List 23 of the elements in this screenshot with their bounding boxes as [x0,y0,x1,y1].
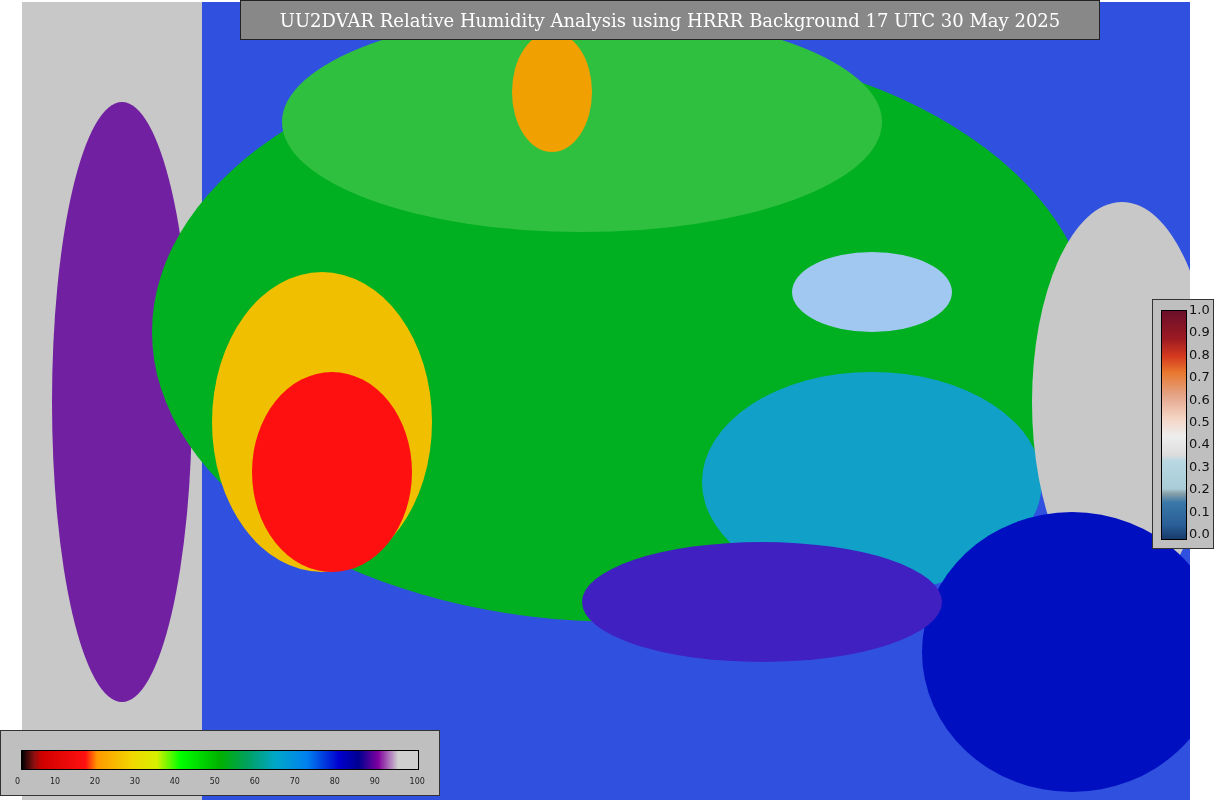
tick-label: 0.8 [1189,346,1210,363]
tick-label: 0.0 [1189,525,1210,542]
tick-label: 0.3 [1189,458,1210,475]
tick-label: 50 [209,776,220,788]
tick-label: 90 [369,776,380,788]
tick-label: 0.5 [1189,413,1210,430]
map-title: UU2DVAR Relative Humidity Analysis using HRRR Background 17 UTC 30 May 2025 [240,0,1100,40]
tick-label: 40 [169,776,180,788]
tick-label: 0.1 [1189,503,1210,520]
tick-label: 0.2 [1189,481,1210,498]
tick-label: 20 [89,776,101,788]
tick-label: 0.9 [1189,324,1210,341]
tick-label: 0.7 [1189,369,1210,386]
tick-label: 70 [289,776,300,788]
tick-label: 10 [49,776,61,788]
tick-label: 30 [129,776,140,788]
tick-label: 0.4 [1189,436,1210,453]
tick-label: 60 [249,776,260,788]
tick-label: 80 [329,776,340,788]
tick-label: 0.6 [1189,391,1210,408]
tick-label: 100 [409,776,425,788]
tick-label: 0 [15,776,21,788]
tick-label: 1.0 [1189,302,1210,318]
